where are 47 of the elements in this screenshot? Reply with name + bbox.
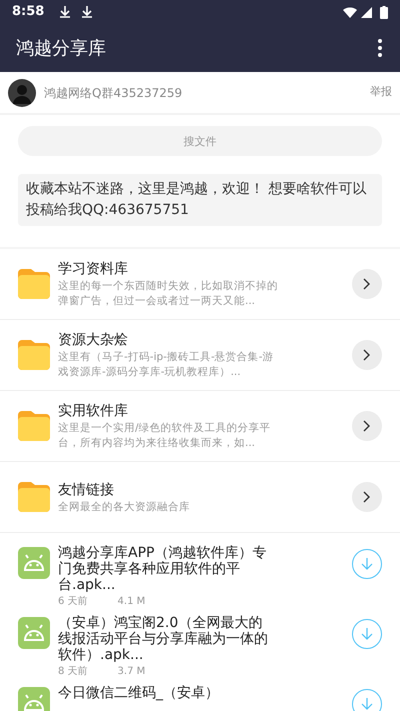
file-age: 6 天前 xyxy=(58,595,88,609)
folder-description: 全网最全的各大资源融合库 xyxy=(58,500,191,514)
folder-title[interactable]: 资源大杂烩 xyxy=(58,330,280,350)
report-link[interactable]: 举报 xyxy=(370,84,392,101)
notice-text: 收藏本站不迷路，这里是鸿越，欢迎！ 想要啥软件可以投稿给我QQ:463675751 xyxy=(26,180,368,220)
folder-title[interactable]: 友情链接 xyxy=(58,480,280,500)
folder-title[interactable]: 学习资料库 xyxy=(58,259,280,279)
wifi-icon xyxy=(343,6,357,18)
folder-icon xyxy=(18,482,50,512)
file-name[interactable]: 鸿越分享库APP（鸿越软件库）专门免费共享各种应用软件的平台.apk... xyxy=(58,545,274,593)
folder-icon xyxy=(18,411,50,441)
file-size: 4.1 M xyxy=(118,595,146,609)
folder-description: 这里的每一个东西随时失效，比如取消不掉的弹窗广告，但过一会或者过一两天又能... xyxy=(58,279,279,309)
download-arrow-icon xyxy=(361,557,373,571)
chevron-right-button[interactable] xyxy=(352,482,382,512)
chevron-right-button[interactable] xyxy=(352,269,382,299)
file-name[interactable]: 今日微信二维码_（安卓） xyxy=(58,685,274,701)
file-name[interactable]: （安卓）鸿宝阁2.0（全网最大的线报活动平台与分享库融为一体的软件）.apk... xyxy=(58,615,274,663)
search-field[interactable]: 搜文件 xyxy=(18,126,382,156)
download-icon xyxy=(60,6,70,18)
group-name: 鸿越网络Q群435237259 xyxy=(44,84,184,102)
chevron-right-icon xyxy=(363,420,371,432)
download-arrow-icon xyxy=(361,697,373,711)
file-size: 3.7 M xyxy=(118,665,146,679)
signal-icon xyxy=(361,6,372,18)
file-age: 8 天前 xyxy=(58,665,88,679)
download-button[interactable] xyxy=(352,689,382,711)
chevron-right-icon xyxy=(363,491,371,503)
download-arrow-icon xyxy=(361,627,373,641)
folder-description: 这里是一个实用/绿色的软件及工具的分享平台，所有内容均为来往络收集而来，如... xyxy=(58,421,272,451)
download-button[interactable] xyxy=(352,549,382,579)
folder-icon xyxy=(18,340,50,370)
chevron-right-button[interactable] xyxy=(352,411,382,441)
android-icon xyxy=(18,617,50,649)
folder-icon xyxy=(18,269,50,299)
battery-icon xyxy=(380,6,388,18)
app-title: 鸿越分享库 xyxy=(16,36,107,60)
status-time: 8:58 xyxy=(12,3,44,22)
android-icon xyxy=(18,547,50,579)
download-icon xyxy=(82,6,92,18)
chevron-right-icon xyxy=(363,278,371,290)
chevron-right-icon xyxy=(363,349,371,361)
chevron-right-button[interactable] xyxy=(352,340,382,370)
folder-title[interactable]: 实用软件库 xyxy=(58,401,280,421)
folder-description: 这里有（马子-打码-ip-搬砖工具-悬赏合集-游戏资源库-源码分享库-玩机教程库）... xyxy=(58,350,275,380)
download-button[interactable] xyxy=(352,619,382,649)
avatar xyxy=(8,78,36,106)
